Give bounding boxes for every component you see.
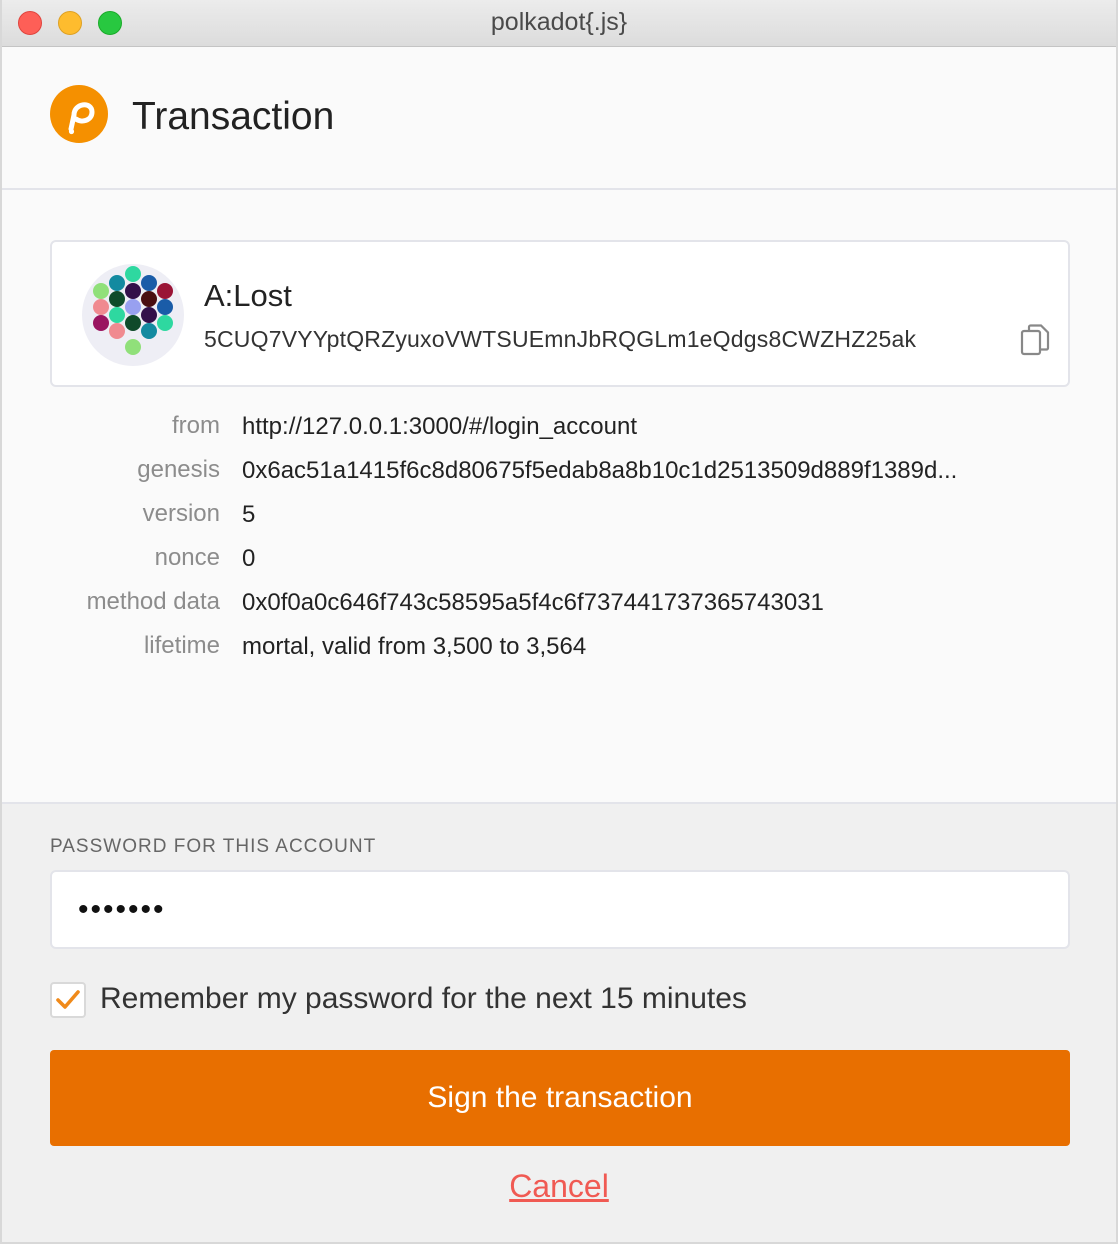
password-label: PASSWORD FOR THIS ACCOUNT: [50, 836, 377, 857]
window-title: polkadot{.js}: [490, 8, 628, 36]
detail-label: genesis: [137, 456, 220, 483]
extension-window: polkadot{.js} Transaction A:Lost 5CUQ7VY…: [0, 0, 1118, 1244]
remember-password-checkbox[interactable]: [50, 982, 86, 1018]
signing-panel: PASSWORD FOR THIS ACCOUNT ••••••• Rememb…: [2, 802, 1116, 1242]
sign-transaction-button[interactable]: Sign the transaction: [50, 1050, 1070, 1146]
detail-value: http://127.0.0.1:3000/#/login_account: [242, 413, 637, 440]
cancel-link[interactable]: Cancel: [2, 1168, 1116, 1205]
account-address: 5CUQ7VYYptQRZyuxoVWTSUEmnJbRQGLm1eQdgs8C…: [204, 326, 917, 352]
page-header: Transaction: [2, 47, 1116, 190]
detail-row-version: version 5: [2, 494, 1116, 538]
copy-icon[interactable]: [1020, 324, 1050, 356]
page-title: Transaction: [132, 95, 335, 138]
title-bar[interactable]: polkadot{.js}: [2, 0, 1116, 47]
checkmark-icon: [56, 990, 80, 1009]
detail-value: 5: [242, 501, 256, 528]
password-input[interactable]: •••••••: [50, 870, 1070, 949]
detail-value: 0x0f0a0c646f743c58595a5f4c6f737441737365…: [242, 589, 824, 616]
detail-label: from: [172, 412, 220, 439]
account-card: A:Lost 5CUQ7VYYptQRZyuxoVWTSUEmnJbRQGLm1…: [50, 240, 1070, 387]
remember-password-label[interactable]: Remember my password for the next 15 min…: [100, 982, 747, 1016]
detail-value: mortal, valid from 3,500 to 3,564: [242, 633, 587, 660]
account-name: A:Lost: [204, 278, 292, 313]
detail-label: nonce: [154, 544, 220, 571]
detail-row-from: from http://127.0.0.1:3000/#/login_accou…: [2, 406, 1116, 450]
detail-label: version: [142, 500, 220, 527]
polkadot-logo-icon: [50, 85, 108, 143]
detail-row-method-data: method data 0x0f0a0c646f743c58595a5f4c6f…: [2, 582, 1116, 626]
detail-value: 0: [242, 545, 256, 572]
detail-row-genesis: genesis 0x6ac51a1415f6c8d80675f5edab8a8b…: [2, 450, 1116, 494]
detail-label: lifetime: [143, 632, 220, 659]
detail-row-lifetime: lifetime mortal, valid from 3,500 to 3,5…: [2, 626, 1116, 670]
account-identicon[interactable]: [82, 264, 184, 366]
detail-row-nonce: nonce 0: [2, 538, 1116, 582]
detail-label: method data: [86, 588, 220, 615]
detail-value: 0x6ac51a1415f6c8d80675f5edab8a8b10c1d251…: [242, 457, 958, 484]
